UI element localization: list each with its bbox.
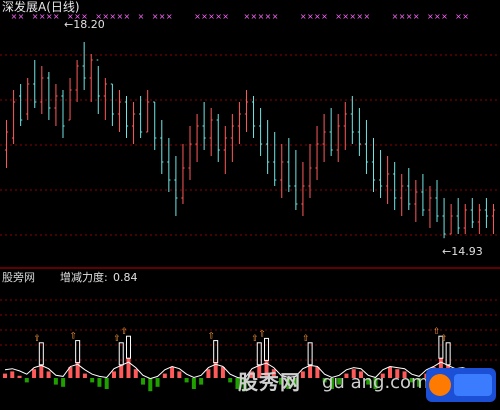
signal-marker: × bbox=[321, 12, 328, 21]
indicator-bar bbox=[126, 358, 131, 378]
signal-marker: × bbox=[265, 12, 272, 21]
indicator-peak bbox=[213, 340, 219, 364]
indicator-peak bbox=[126, 335, 131, 359]
indicator-bar bbox=[90, 378, 95, 383]
watermark-text: 股秀网 bbox=[238, 370, 301, 394]
signal-marker: × bbox=[222, 12, 229, 21]
signal-marker: × bbox=[152, 12, 159, 21]
indicator-arrow: ⇧ bbox=[33, 334, 41, 344]
signal-marker: × bbox=[455, 12, 462, 21]
indicator-panel-label: 股旁网 bbox=[2, 271, 35, 284]
indicator-bar bbox=[10, 371, 15, 378]
signal-marker: × bbox=[109, 12, 116, 21]
chart-title: 深发展A(日线) bbox=[2, 0, 80, 14]
indicator-bar bbox=[82, 373, 87, 378]
indicator-peak bbox=[38, 342, 44, 366]
indicator-arrow: ⇧ bbox=[259, 329, 267, 339]
indicator-bar bbox=[170, 367, 175, 378]
indicator-bar bbox=[32, 369, 37, 378]
price-low-label: ←14.93 bbox=[442, 245, 483, 258]
signal-marker: × bbox=[342, 12, 349, 21]
indicator-bar bbox=[228, 378, 233, 383]
indicator-bar bbox=[17, 375, 22, 378]
indicator-bar bbox=[111, 371, 116, 378]
signal-marker: × bbox=[116, 12, 123, 21]
signal-marker: × bbox=[272, 12, 279, 21]
indicator-bar bbox=[61, 378, 66, 387]
indicator-bar bbox=[141, 378, 146, 385]
indicator-arrow: ⇧ bbox=[440, 334, 448, 344]
indicator-value: 0.84 bbox=[113, 271, 138, 284]
signal-marker: × bbox=[307, 12, 314, 21]
indicator-bar bbox=[155, 378, 160, 387]
indicator-name: 增减力度: bbox=[60, 271, 108, 284]
signal-marker: × bbox=[413, 12, 420, 21]
signal-marker: × bbox=[166, 12, 173, 21]
signal-marker: × bbox=[124, 12, 131, 21]
signal-marker: × bbox=[356, 12, 363, 21]
signal-marker: × bbox=[208, 12, 215, 21]
indicator-bar bbox=[104, 378, 109, 389]
signal-marker: × bbox=[363, 12, 370, 21]
indicator-bar bbox=[162, 373, 167, 378]
signal-marker: × bbox=[243, 12, 250, 21]
signal-marker: × bbox=[427, 12, 434, 21]
signal-marker: × bbox=[434, 12, 441, 21]
chart-canvas: × × × × × × × × × × × × × × × × × × × × × × × × × × × × × × × × × × × × × × × ×… bbox=[0, 12, 500, 392]
indicator-bar bbox=[308, 364, 313, 378]
indicator-peak bbox=[75, 340, 81, 364]
indicator-bar bbox=[177, 371, 182, 378]
signal-marker: × bbox=[251, 12, 258, 21]
signal-marker: × bbox=[138, 12, 145, 21]
indicator-bar bbox=[133, 369, 138, 378]
signal-marker: × bbox=[349, 12, 356, 21]
indicator-peak bbox=[118, 342, 124, 366]
indicator-arrow: ⇧ bbox=[302, 334, 310, 344]
site-logo-icon bbox=[426, 368, 496, 402]
signal-marker: × bbox=[399, 12, 406, 21]
signal-marker: × bbox=[159, 12, 166, 21]
signal-marker: × bbox=[258, 12, 265, 21]
signal-marker: × bbox=[406, 12, 413, 21]
indicator-arrow: ⇧ bbox=[208, 332, 216, 342]
indicator-bar bbox=[184, 378, 189, 383]
indicator-bar bbox=[97, 378, 102, 387]
signal-marker: × bbox=[462, 12, 469, 21]
indicator-bar bbox=[46, 371, 51, 378]
indicator-bar bbox=[39, 364, 44, 378]
signal-marker: × bbox=[441, 12, 448, 21]
indicator-bar bbox=[191, 378, 196, 389]
signal-marker: × bbox=[335, 12, 342, 21]
signal-marker: × bbox=[314, 12, 321, 21]
signal-marker: × bbox=[392, 12, 399, 21]
indicator-peak bbox=[264, 337, 270, 361]
indicator-peak bbox=[256, 342, 262, 366]
chart-window: { "title": "深发展A(日线)", "price_high_label… bbox=[0, 0, 500, 410]
signal-marker: × bbox=[201, 12, 208, 21]
indicator-bar bbox=[206, 369, 211, 378]
indicator-arrow: ⇧ bbox=[121, 327, 129, 337]
indicator-bar bbox=[3, 373, 7, 378]
indicator-bar bbox=[300, 371, 305, 378]
indicator-bar bbox=[53, 378, 58, 385]
indicator-peak bbox=[307, 342, 313, 366]
signal-marker: × bbox=[194, 12, 201, 21]
indicator-arrow: ⇧ bbox=[70, 332, 78, 342]
indicator-bar bbox=[24, 378, 29, 383]
indicator-bar bbox=[148, 378, 153, 392]
signal-marker: × bbox=[215, 12, 222, 21]
signal-marker: × bbox=[300, 12, 307, 21]
indicator-bar bbox=[199, 378, 204, 385]
price-high-label: ←18.20 bbox=[64, 18, 105, 31]
indicator-bar bbox=[119, 364, 124, 378]
watermark-url: gu ang.com bbox=[322, 372, 429, 393]
